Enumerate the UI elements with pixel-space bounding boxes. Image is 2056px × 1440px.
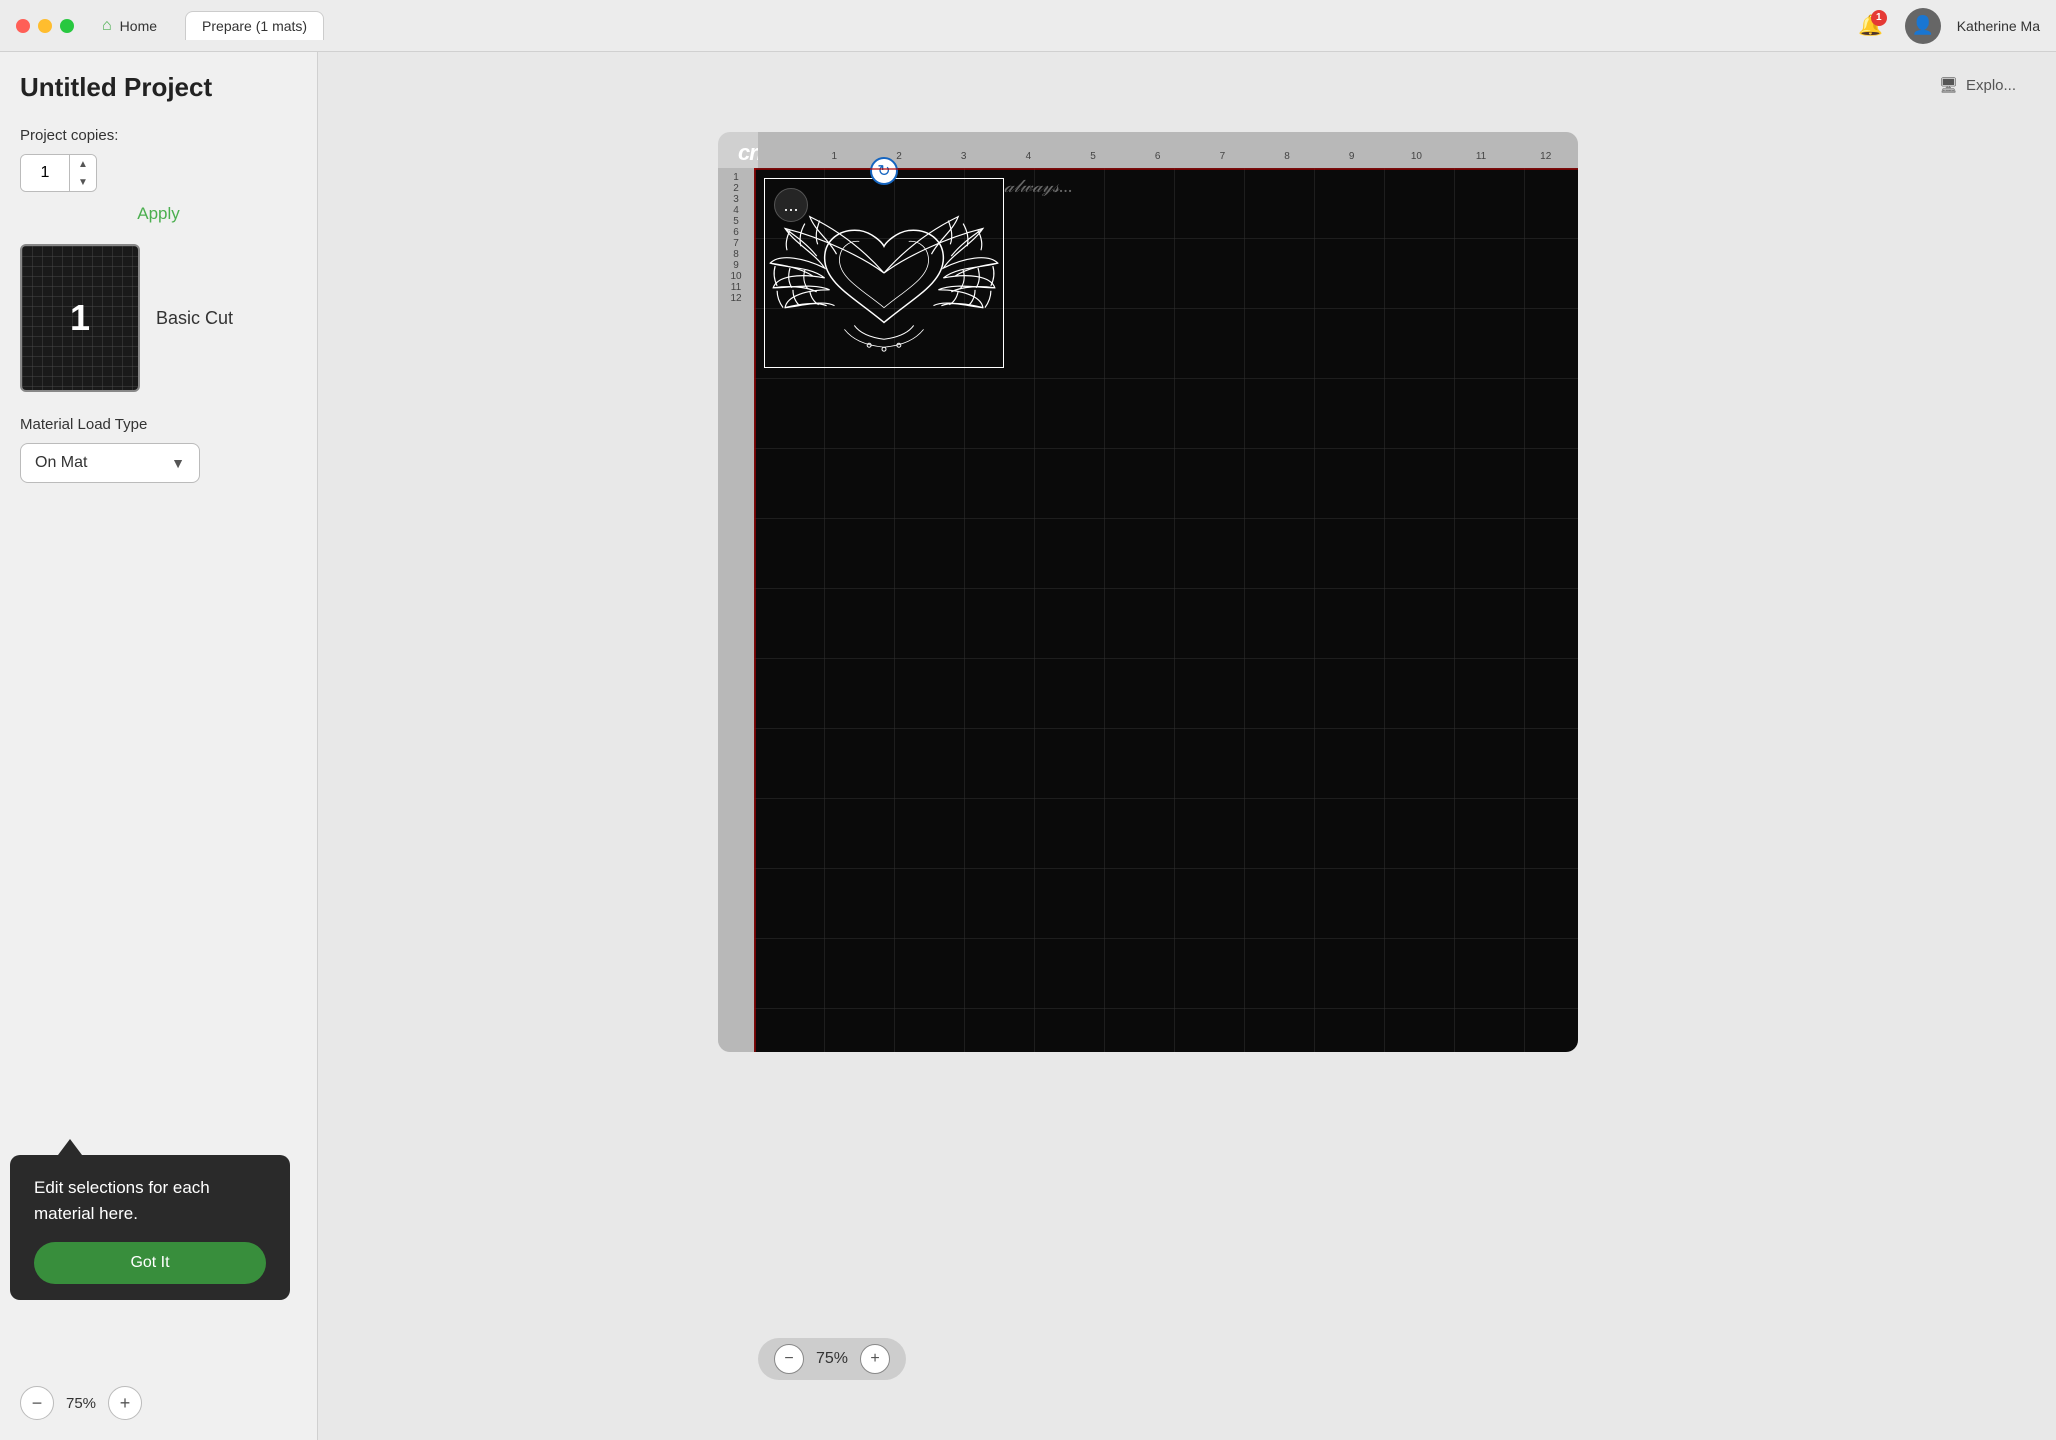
ruler-v-7: 7 [718, 238, 754, 249]
notification-button[interactable]: 🔔 1 [1853, 8, 1889, 44]
avatar: 👤 [1905, 8, 1941, 44]
ruler-v-6: 6 [718, 227, 754, 238]
mat-preview-area: 1 Basic Cut [20, 244, 297, 392]
tab-prepare[interactable]: Prepare (1 mats) [185, 11, 324, 40]
ruler-h-10: 10 [1384, 151, 1449, 164]
mat-label: Basic Cut [156, 308, 233, 329]
copies-spinners: ▲ ▼ [69, 155, 96, 191]
tab-prepare-label: Prepare (1 mats) [202, 18, 307, 34]
ruler-v-4: 4 [718, 205, 754, 216]
mat-canvas: cricut 1 2 3 4 5 6 7 8 9 10 [718, 132, 1578, 1052]
main-layout: Untitled Project Project copies: ▲ ▼ App… [0, 52, 2056, 1440]
ruler-v-10: 10 [718, 271, 754, 282]
ruler-h-3: 3 [931, 151, 996, 164]
ruler-h-11: 11 [1449, 151, 1514, 164]
mat-number: 1 [70, 297, 90, 339]
on-mat-label: On Mat [35, 454, 87, 472]
sidebar-zoom-in[interactable]: + [108, 1386, 142, 1420]
notification-badge: 1 [1871, 10, 1887, 26]
explore-label: Explo... [1966, 77, 2016, 94]
sidebar-zoom-label: 75% [66, 1395, 96, 1412]
copies-input[interactable] [21, 155, 69, 191]
ruler-h-6: 6 [1125, 151, 1190, 164]
ruler-v-11: 11 [718, 282, 754, 293]
sidebar: Untitled Project Project copies: ▲ ▼ App… [0, 52, 318, 1440]
mat-thumbnail: 1 [20, 244, 140, 392]
got-it-button[interactable]: Got It [34, 1242, 266, 1284]
chevron-down-icon: ▼ [171, 455, 185, 471]
ruler-h-8: 8 [1255, 151, 1320, 164]
ruler-left: 1 2 3 4 5 6 7 8 9 10 11 12 [718, 168, 754, 1052]
ruler-v-3: 3 [718, 194, 754, 205]
ruler-v-5: 5 [718, 216, 754, 227]
ruler-h-7: 7 [1190, 151, 1255, 164]
tab-home-label: Home [120, 18, 157, 34]
copies-input-wrapper: ▲ ▼ [20, 154, 97, 192]
ruler-h-12: 12 [1513, 151, 1578, 164]
ruler-h-1: 1 [802, 151, 867, 164]
mat-inner[interactable]: ↻ [754, 168, 1578, 1052]
ruler-h-9: 9 [1319, 151, 1384, 164]
titlebar-right: 🔔 1 👤 Katherine Ma [1853, 8, 2040, 44]
project-copies-label: Project copies: [20, 127, 297, 144]
ruler-v-2: 2 [718, 183, 754, 194]
tooltip-text: Edit selections for each material here. [34, 1175, 266, 1226]
ruler-h-5: 5 [1061, 151, 1126, 164]
rotate-handle[interactable]: ↻ [870, 157, 898, 185]
explore-button[interactable]: 🖥 Explo... [1939, 76, 2016, 94]
spin-down-button[interactable]: ▼ [70, 173, 96, 191]
tooltip-box: Edit selections for each material here. … [10, 1155, 290, 1300]
more-options-button[interactable]: ... [774, 188, 808, 222]
monitor-icon: 🖥 [1939, 76, 1958, 94]
sidebar-zoom-out[interactable]: − [20, 1386, 54, 1420]
titlebar: ⌂ Home Prepare (1 mats) 🔔 1 👤 Katherine … [0, 0, 2056, 52]
zoom-level-label: 75% [816, 1350, 848, 1368]
spin-up-button[interactable]: ▲ [70, 155, 96, 173]
home-icon: ⌂ [102, 17, 112, 35]
close-button[interactable] [16, 19, 30, 33]
ruler-v-12: 12 [718, 293, 754, 304]
minimize-button[interactable] [38, 19, 52, 33]
text-design: 𝒶𝓁𝓌𝒶𝓎𝓈... [1004, 176, 1073, 197]
tab-home[interactable]: ⌂ Home [86, 11, 173, 41]
copies-row: ▲ ▼ [20, 154, 297, 192]
canvas-area: 🖥 Explo... cricut 1 2 3 4 5 6 [318, 52, 2056, 1440]
ruler-v-9: 9 [718, 260, 754, 271]
zoom-in-button[interactable]: + [860, 1344, 890, 1374]
username-label: Katherine Ma [1957, 18, 2040, 34]
apply-button[interactable]: Apply [20, 204, 297, 224]
zoom-controls: − 75% + [758, 1338, 906, 1380]
ruler-v-1: 1 [718, 172, 754, 183]
project-title: Untitled Project [20, 72, 297, 103]
material-load-label: Material Load Type [20, 416, 297, 433]
ruler-v-8: 8 [718, 249, 754, 260]
tooltip-arrow [58, 1139, 82, 1155]
zoom-out-button[interactable]: − [774, 1344, 804, 1374]
sidebar-bottom: − 75% + [20, 1386, 142, 1420]
maximize-button[interactable] [60, 19, 74, 33]
on-mat-dropdown[interactable]: On Mat ▼ [20, 443, 200, 483]
traffic-lights [16, 19, 74, 33]
ruler-h-4: 4 [996, 151, 1061, 164]
